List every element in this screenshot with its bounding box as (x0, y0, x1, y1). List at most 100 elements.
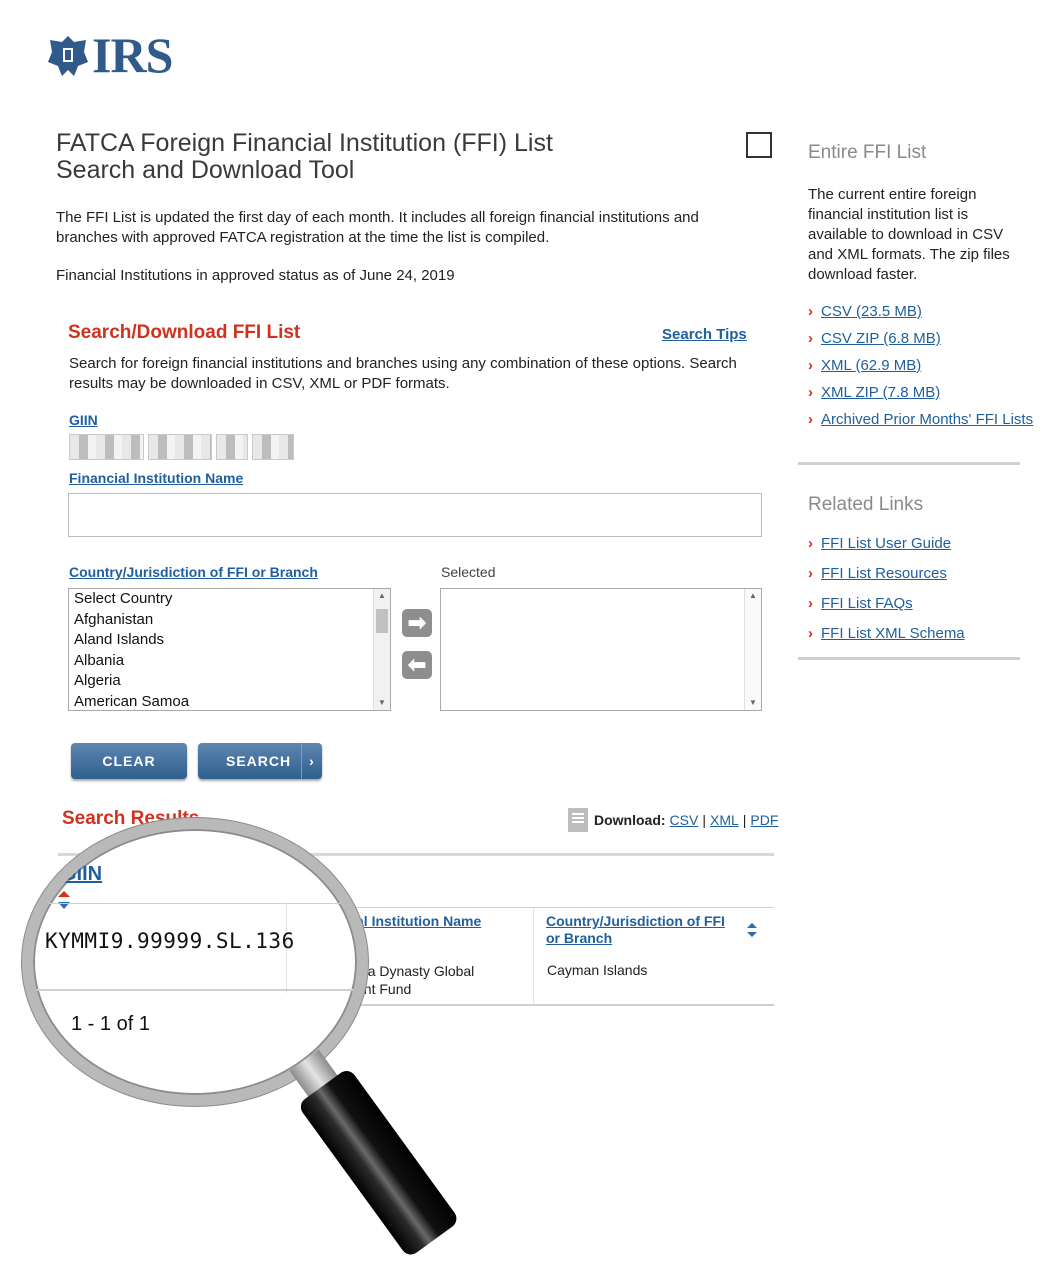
giin-input-4[interactable] (252, 434, 294, 460)
scroll-up-icon[interactable]: ▲ (374, 589, 390, 603)
chevron-right-icon: › (808, 330, 813, 347)
pagination-text: 1 - 1 of 1 (71, 1013, 150, 1035)
header-divider (33, 903, 357, 904)
scroll-down-icon[interactable]: ▼ (374, 696, 390, 710)
related-links-list: › FFI List User Guide › FFI List Resources… (808, 534, 965, 654)
clear-button-label: CLEAR (102, 753, 156, 769)
download-document-icon (568, 808, 588, 832)
list-item: › CSV ZIP (6.8 MB) (808, 329, 1033, 348)
separator: | (702, 812, 706, 828)
archived-lists-link[interactable]: Archived Prior Months' FFI Lists (821, 411, 1033, 428)
list-item: › FFI List User Guide (808, 534, 965, 553)
chevron-right-icon: › (808, 384, 813, 401)
download-csv-link[interactable]: CSV (670, 812, 699, 828)
chevron-right-icon: › (808, 535, 813, 552)
arrow-right-icon: ➡ (407, 610, 427, 635)
chevron-right-icon: › (808, 565, 813, 582)
related-links-heading: Related Links (808, 494, 924, 515)
country-label[interactable]: Country/Jurisdiction of FFI or Branch (69, 564, 318, 580)
magnifier-grip (296, 1067, 461, 1259)
download-pdf-link[interactable]: PDF (750, 812, 778, 828)
giin-label[interactable]: GIIN (69, 412, 98, 428)
page-title-line2: Search and Download Tool (56, 156, 355, 184)
result-cell-country: Cayman Islands (547, 962, 648, 978)
country-listbox[interactable]: Select Country Afghanistan Aland Islands… (68, 588, 391, 711)
eagle-icon (48, 36, 88, 76)
irs-logo[interactable]: IRS (46, 27, 173, 83)
resources-link[interactable]: FFI List Resources (821, 565, 947, 582)
column-divider (533, 908, 534, 1004)
download-label: Download: (594, 812, 666, 828)
sort-icon[interactable] (57, 891, 71, 909)
download-xml-zip-link[interactable]: XML ZIP (7.8 MB) (821, 384, 940, 401)
country-option[interactable]: Albania (69, 651, 390, 672)
country-option[interactable]: Select Country (69, 589, 390, 610)
chevron-right-icon: › (808, 411, 813, 428)
xml-schema-link[interactable]: FFI List XML Schema (821, 625, 965, 642)
results-bottom-divider (33, 989, 357, 991)
download-xml-link[interactable]: XML (710, 812, 739, 828)
list-item: › Archived Prior Months' FFI Lists (808, 410, 1033, 429)
download-csv-full-link[interactable]: CSV (23.5 MB) (821, 303, 922, 320)
title-checkbox[interactable] (746, 132, 772, 158)
country-scrollbar[interactable]: ▲ ▼ (373, 589, 390, 710)
giin-input-1[interactable] (69, 434, 144, 460)
list-item: › FFI List FAQs (808, 594, 965, 613)
page-title-line1: FATCA Foreign Financial Institution (FFI… (56, 129, 553, 157)
clear-button[interactable]: CLEAR (71, 743, 187, 779)
chevron-right-icon: › (808, 303, 813, 320)
giin-input-3[interactable] (216, 434, 248, 460)
fi-name-label[interactable]: Financial Institution Name (69, 470, 243, 486)
arrow-left-icon: ⬅ (407, 652, 427, 677)
entire-list-description: The current entire foreign financial ins… (808, 186, 1010, 283)
separator: | (742, 812, 747, 828)
chevron-right-icon: › (808, 357, 813, 374)
irs-wordmark: IRS (92, 27, 173, 83)
list-item: › FFI List XML Schema (808, 624, 965, 643)
chevron-right-icon: › (808, 595, 813, 612)
chevron-right-icon: › (808, 625, 813, 642)
scroll-down-icon[interactable]: ▼ (745, 696, 761, 710)
selected-label: Selected (441, 564, 496, 580)
fi-name-input[interactable] (68, 493, 762, 537)
scroll-up-icon[interactable]: ▲ (745, 589, 761, 603)
sidebar-divider (798, 657, 1020, 660)
country-option[interactable]: Aland Islands (69, 630, 390, 651)
page-description: The FFI List is updated the first day of… (56, 209, 699, 246)
country-option[interactable]: American Samoa (69, 692, 390, 713)
entire-list-heading: Entire FFI List (808, 142, 927, 163)
giin-input-group (69, 434, 294, 460)
scroll-thumb[interactable] (376, 609, 388, 633)
selected-scrollbar[interactable]: ▲ ▼ (744, 589, 761, 710)
magnifier-handle (275, 1039, 463, 1259)
column-header-giin[interactable]: GIIN (61, 863, 102, 886)
move-left-button[interactable]: ⬅ (402, 651, 432, 679)
result-cell-giin: KYMMI9.99999.SL.136 (45, 929, 295, 953)
country-option[interactable]: Algeria (69, 671, 390, 692)
download-csv-zip-link[interactable]: CSV ZIP (6.8 MB) (821, 330, 941, 347)
giin-input-2[interactable] (148, 434, 212, 460)
status-date: Financial Institutions in approved statu… (56, 267, 455, 284)
search-tips-link[interactable]: Search Tips (662, 326, 747, 343)
sidebar-divider (798, 462, 1020, 465)
list-item: › CSV (23.5 MB) (808, 302, 1033, 321)
download-xml-full-link[interactable]: XML (62.9 MB) (821, 357, 921, 374)
chevron-right-icon: › (301, 743, 322, 779)
user-guide-link[interactable]: FFI List User Guide (821, 535, 951, 552)
move-right-button[interactable]: ➡ (402, 609, 432, 637)
list-item: › XML ZIP (7.8 MB) (808, 383, 1033, 402)
search-heading: Search/Download FFI List (68, 322, 301, 343)
country-option[interactable]: Afghanistan (69, 610, 390, 631)
page-title: FATCA Foreign Financial Institution (FFI… (56, 130, 716, 184)
search-button-label: SEARCH (226, 753, 292, 769)
column-header-country[interactable]: Country/Jurisdiction of FFI or Branch (546, 913, 742, 947)
sort-icon[interactable] (746, 923, 758, 937)
search-button[interactable]: SEARCH › (198, 743, 322, 779)
list-item: › XML (62.9 MB) (808, 356, 1033, 375)
list-item: › FFI List Resources (808, 564, 965, 583)
selected-listbox[interactable]: ▲ ▼ (440, 588, 762, 711)
faqs-link[interactable]: FFI List FAQs (821, 595, 913, 612)
entire-list-downloads: › CSV (23.5 MB) › CSV ZIP (6.8 MB) › XML (6… (808, 302, 1033, 437)
search-description: Search for foreign financial institution… (69, 355, 737, 392)
results-download: Download: CSV | XML | PDF (568, 808, 778, 832)
